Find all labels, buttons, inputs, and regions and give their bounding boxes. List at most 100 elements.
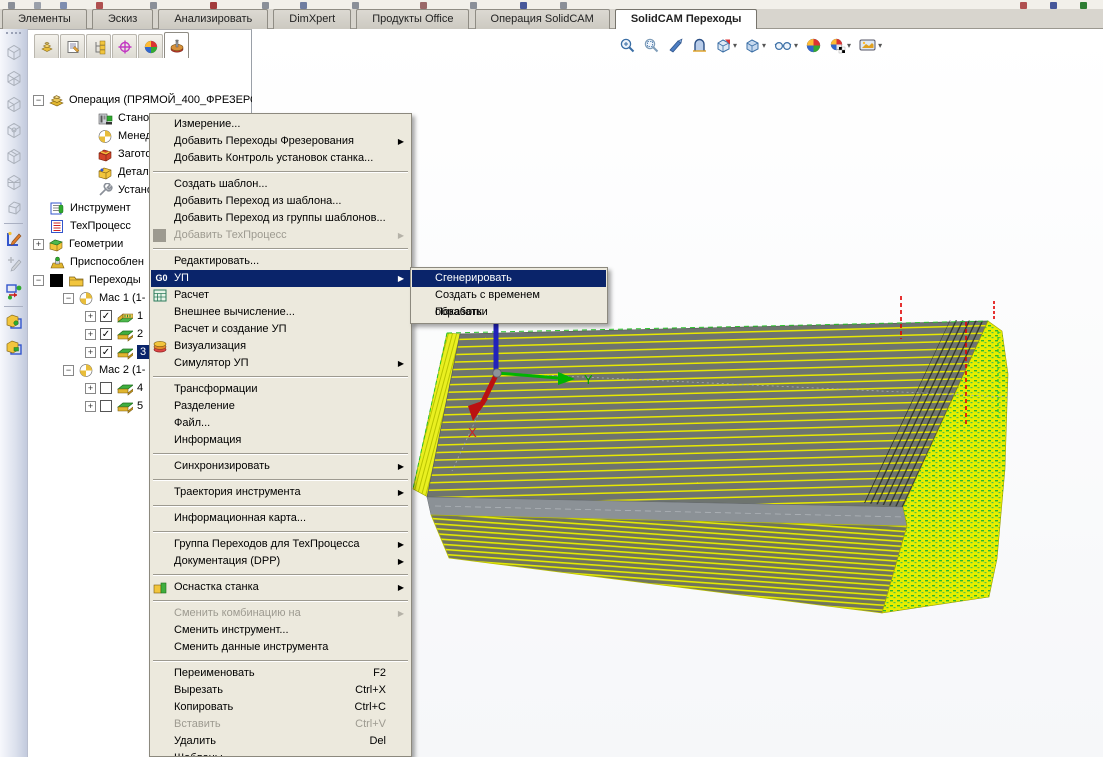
dimxpert-manager-tab[interactable]: [112, 34, 137, 58]
expand-icon[interactable]: +: [85, 382, 96, 394]
menu-item-add-transition-from-template[interactable]: Добавить Переход из шаблона...: [151, 193, 410, 210]
tree-item-mac1[interactable]: − Mac 1 (1-: [63, 289, 145, 307]
tab-elements[interactable]: Элементы: [2, 9, 87, 29]
tree-item-fixtures[interactable]: Приспособлен: [49, 253, 144, 271]
menu-item-transformations[interactable]: Трансформации: [151, 381, 410, 398]
menu-item-simulation[interactable]: Визуализация: [151, 338, 410, 355]
menu-item-split[interactable]: Разделение: [151, 398, 410, 415]
collapse-icon[interactable]: −: [63, 364, 74, 376]
tree-item-op1[interactable]: + ✓ 1: [85, 307, 143, 325]
expand-icon[interactable]: +: [85, 400, 96, 412]
checkbox-unchecked[interactable]: [100, 382, 112, 394]
menu-item-synchronize[interactable]: Синхронизировать ▶: [151, 458, 410, 475]
tab-evaluate[interactable]: Анализировать: [158, 9, 269, 29]
wireframe-polyhedron-icon[interactable]: [2, 196, 26, 220]
add-sketch-icon[interactable]: [2, 253, 26, 277]
expand-icon[interactable]: +: [85, 328, 96, 340]
menu-item-add-transition-from-template-group[interactable]: Добавить Переход из группы шаблонов...: [151, 210, 410, 227]
menu-item-change-tool-data[interactable]: Сменить данные инструмента: [151, 639, 410, 656]
wireframe-cube-icon[interactable]: [2, 170, 26, 194]
assembly-cube-icon[interactable]: [2, 336, 26, 360]
property-manager-tab[interactable]: [60, 34, 85, 58]
menu-item-calc-and-create-gcode[interactable]: Расчет и создание УП: [151, 321, 410, 338]
dropdown-caret-icon[interactable]: ▾: [847, 41, 851, 50]
expand-icon[interactable]: +: [85, 346, 96, 358]
toolbar-grip[interactable]: [6, 32, 21, 38]
section-view-icon[interactable]: [690, 36, 709, 55]
tree-item-techprocess[interactable]: ТехПроцесс: [49, 217, 131, 235]
route-edit-icon[interactable]: [2, 279, 26, 303]
menu-item-delete[interactable]: Удалить Del: [151, 733, 410, 750]
tree-item-op5[interactable]: + 5: [85, 397, 143, 415]
tab-dimxpert[interactable]: DimXpert: [273, 9, 352, 29]
dropdown-caret-icon[interactable]: ▾: [794, 41, 798, 50]
tree-item-mac2[interactable]: − Mac 2 (1-: [63, 361, 145, 379]
tab-office-products[interactable]: Продукты Office: [356, 9, 470, 29]
menu-item-create-template[interactable]: Создать шаблон...: [151, 176, 410, 193]
expand-icon[interactable]: +: [85, 310, 96, 322]
solidcam-manager-tab[interactable]: [164, 32, 189, 58]
dropdown-caret-icon[interactable]: ▾: [733, 41, 737, 50]
menu-item-information[interactable]: Информация: [151, 432, 410, 449]
submenu-item-create-with-machining-time[interactable]: Создать с временем обработки: [412, 287, 606, 318]
menu-item-machine-tooling[interactable]: Оснастка станка ▶: [151, 579, 410, 596]
display-style-icon[interactable]: ▾: [743, 36, 767, 55]
menu-item-gcode-simulator[interactable]: Симулятор УП ▶: [151, 355, 410, 372]
submenu-item-generate[interactable]: Сгенерировать: [412, 270, 606, 287]
hide-show-items-icon[interactable]: ▾: [772, 36, 799, 55]
menu-item-copy[interactable]: Копировать Ctrl+C: [151, 699, 410, 716]
checkbox-checked[interactable]: ✓: [100, 346, 112, 358]
menu-item-gcode[interactable]: G0 УП ▶: [151, 270, 410, 287]
menu-item-rename[interactable]: Переименовать F2: [151, 665, 410, 682]
tree-item-op4[interactable]: + 4: [85, 379, 143, 397]
tab-sketch[interactable]: Эскиз: [91, 9, 154, 29]
pan-view-icon[interactable]: [666, 36, 685, 55]
zoom-to-fit-icon[interactable]: [618, 36, 637, 55]
menu-item-file[interactable]: Файл...: [151, 415, 410, 432]
menu-item-calculate[interactable]: Расчет: [151, 287, 410, 304]
tree-item-op2[interactable]: + ✓ 2: [85, 325, 143, 343]
collapse-icon[interactable]: −: [33, 94, 44, 106]
tree-item-tool[interactable]: Инструмент: [49, 199, 131, 217]
menu-item-info-card[interactable]: Информационная карта...: [151, 510, 410, 527]
feature-manager-tab[interactable]: [34, 34, 59, 58]
tab-solidcam-operation[interactable]: Операция SolidCAM: [474, 9, 610, 29]
wireframe-cube-icon[interactable]: [2, 40, 26, 64]
wireframe-cube-icon[interactable]: [2, 144, 26, 168]
zoom-to-area-icon[interactable]: [642, 36, 661, 55]
menu-item-transition-group-for-techprocess[interactable]: Группа Переходов для ТехПроцесса ▶: [151, 536, 410, 553]
wireframe-cube-icon[interactable]: [2, 66, 26, 90]
submenu-item-show[interactable]: Показать: [412, 304, 606, 321]
menu-item-add-milling-transitions[interactable]: Добавить Переходы Фрезерования ▶: [151, 133, 410, 150]
edit-sketch-icon[interactable]: [2, 227, 26, 251]
wireframe-cube-icon[interactable]: [2, 118, 26, 142]
tree-item-operation[interactable]: − Операция (ПРЯМОЙ_400_ФРЕЗЕРО: [33, 91, 259, 109]
view-settings-icon[interactable]: ▾: [828, 36, 852, 55]
menu-item-change-tool[interactable]: Сменить инструмент...: [151, 622, 410, 639]
machined-part[interactable]: [412, 320, 1009, 614]
tab-solidcam-transitions[interactable]: SolidCAM Переходы: [614, 9, 758, 30]
view-orientation-icon[interactable]: ▾: [714, 36, 738, 55]
dropdown-caret-icon[interactable]: ▾: [762, 41, 766, 50]
wireframe-cube-icon[interactable]: [2, 92, 26, 116]
menu-item-cut[interactable]: Вырезать Ctrl+X: [151, 682, 410, 699]
configuration-manager-tab[interactable]: [86, 34, 111, 58]
display-manager-tab[interactable]: [138, 34, 163, 58]
menu-item-documentation-dpp[interactable]: Документация (DPP) ▶: [151, 553, 410, 570]
tree-item-op3-selected[interactable]: + ✓ 3: [85, 343, 150, 361]
menu-item-toolpath[interactable]: Траектория инструмента ▶: [151, 484, 410, 501]
checkbox-checked[interactable]: ✓: [100, 310, 112, 322]
apply-scene-icon[interactable]: [804, 36, 823, 55]
tree-item-geometries[interactable]: + Геометрии: [33, 235, 123, 253]
expand-icon[interactable]: +: [33, 238, 44, 250]
checkbox-unchecked[interactable]: [100, 400, 112, 412]
collapse-icon[interactable]: −: [33, 274, 44, 286]
menu-item-add-machine-setup-control[interactable]: Добавить Контроль установок станка...: [151, 150, 410, 167]
checkbox-checked[interactable]: ✓: [100, 328, 112, 340]
menu-item-external-calculation[interactable]: Внешнее вычисление...: [151, 304, 410, 321]
menu-item-measure[interactable]: Измерение...: [151, 116, 410, 133]
menu-item-clipped[interactable]: Шаблоны: [151, 750, 410, 756]
camera-view-icon[interactable]: ▾: [857, 36, 883, 55]
menu-item-edit[interactable]: Редактировать...: [151, 253, 410, 270]
dropdown-caret-icon[interactable]: ▾: [878, 41, 882, 50]
